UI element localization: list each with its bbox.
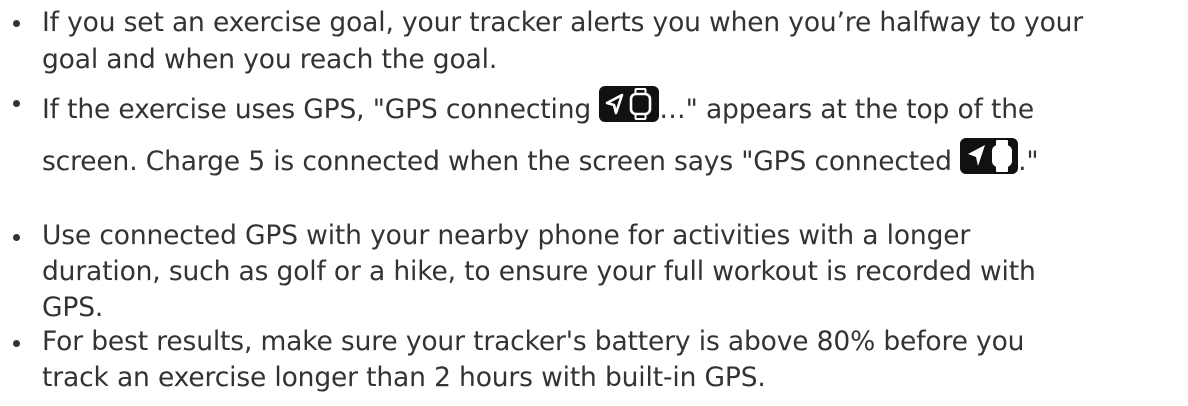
gps-connected-suffix: ." <box>1018 146 1039 177</box>
bullet-text-line: duration, such as golf or a hike, to ens… <box>42 256 1036 287</box>
bullet-text-line: screen. Charge 5 is connected when the s… <box>42 134 1188 177</box>
bullet-text-line: For best results, make sure your tracker… <box>42 326 1025 357</box>
bullet-dot <box>13 340 20 347</box>
document-body: If you set an exercise goal, your tracke… <box>0 0 1188 406</box>
bullet-item-exercise-goal: If you set an exercise goal, your tracke… <box>0 4 1188 78</box>
bullet-item-gps-status: If the exercise uses GPS, "GPS connectin… <box>0 82 1188 177</box>
bullet-dot <box>13 20 20 27</box>
bullet-text-line: track an exercise longer than 2 hours wi… <box>42 362 766 393</box>
bullet-text-line: If the exercise uses GPS, "GPS connectin… <box>42 82 1188 125</box>
bullet-dot <box>13 100 20 107</box>
bullet-item-connected-gps: Use connected GPS with your nearby phone… <box>0 218 1188 326</box>
gps-connecting-text: If the exercise uses GPS, "GPS connectin… <box>42 94 600 125</box>
bullet-text-line: GPS. <box>42 292 104 323</box>
bullet-text-line: If you set an exercise goal, your tracke… <box>42 7 1084 38</box>
gps-connected-icon <box>960 138 1019 174</box>
gps-connecting-icon <box>599 86 660 122</box>
gps-connecting-suffix: …" appears at the top of the <box>659 94 1035 125</box>
gps-connected-text: screen. Charge 5 is connected when the s… <box>42 146 961 177</box>
bullet-item-battery-tip: For best results, make sure your tracker… <box>0 324 1188 396</box>
bullet-text-line: Use connected GPS with your nearby phone… <box>42 220 971 251</box>
bullet-dot <box>13 234 20 241</box>
bullet-text-line: goal and when you reach the goal. <box>42 44 498 75</box>
